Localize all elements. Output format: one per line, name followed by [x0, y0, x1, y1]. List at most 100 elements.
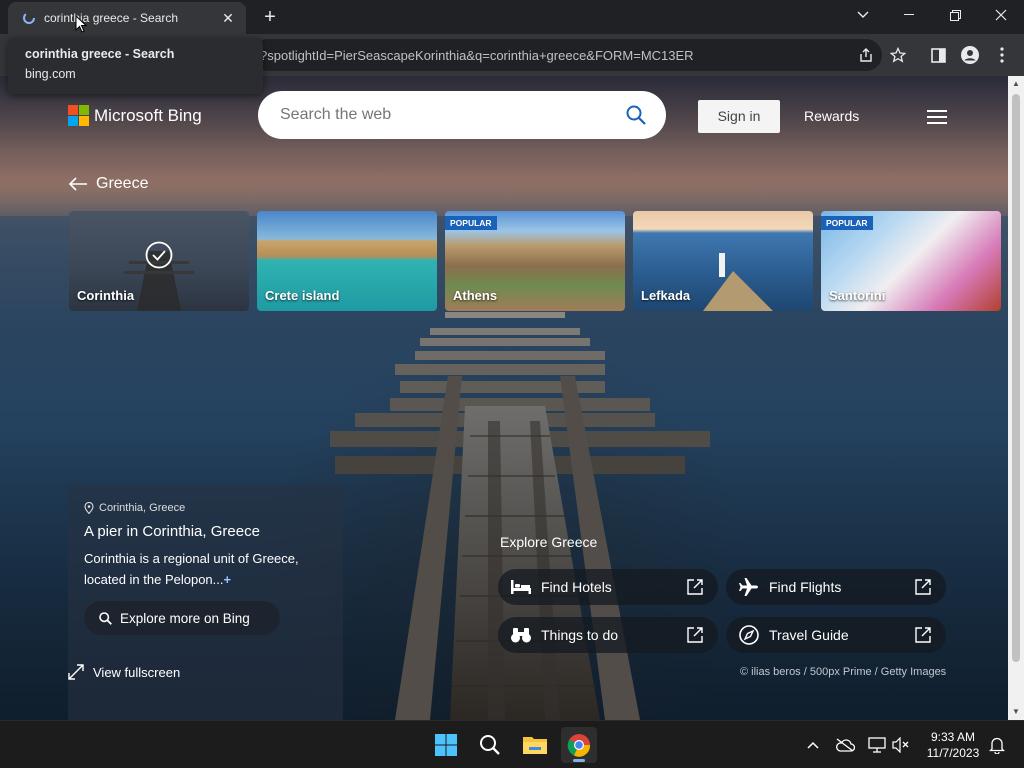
card-label: Athens: [453, 288, 498, 303]
close-window-button[interactable]: [978, 0, 1024, 30]
clock-date: 11/7/2023: [926, 746, 980, 760]
chrome-icon: [567, 734, 591, 757]
back-label: Greece: [96, 175, 149, 192]
browser-menu-button[interactable]: [990, 43, 1014, 67]
scroll-up-arrow-icon[interactable]: ▲: [1008, 76, 1024, 92]
address-bar[interactable]: ?spotlightId=PierSeascapeKorinthia&q=cor…: [252, 39, 882, 71]
url-text: ?spotlightId=PierSeascapeKorinthia&q=cor…: [260, 47, 694, 63]
image-description: Corinthia is a regional unit of Greece, …: [84, 548, 329, 590]
fullscreen-label: View fullscreen: [93, 664, 181, 680]
tab-close-icon[interactable]: ✕: [220, 10, 236, 27]
show-hidden-icons-button[interactable]: [802, 734, 824, 756]
tab-title: corinthia greece - Search: [44, 11, 179, 25]
expand-icon: [68, 664, 84, 680]
external-link-icon: [915, 579, 931, 595]
tab-search-button[interactable]: [840, 0, 886, 30]
sign-in-button[interactable]: Sign in: [698, 100, 780, 133]
search-icon: [480, 735, 500, 755]
mouse-cursor-icon: [75, 15, 87, 33]
rewards-link[interactable]: Rewards: [804, 108, 859, 124]
network-icon[interactable]: [866, 734, 888, 756]
popular-badge: POPULAR: [445, 216, 497, 230]
things-to-do-link[interactable]: Things to do: [498, 617, 718, 653]
title-bar: corinthia greece - Search ✕ +: [0, 0, 1024, 34]
image-info-panel: Corinthia, Greece A pier in Corinthia, G…: [68, 485, 343, 720]
clock-time: 9:33 AM: [930, 730, 976, 744]
windows-taskbar: 9:33 AM 11/7/2023: [0, 720, 1024, 768]
card-corinthia[interactable]: Corinthia: [69, 211, 249, 311]
card-santorini[interactable]: POPULAR Santorini: [821, 211, 1001, 311]
bing-logo[interactable]: Microsoft Bing: [68, 105, 202, 126]
location-row: Corinthia, Greece: [84, 502, 185, 514]
page-scrollbar[interactable]: ▲ ▼: [1008, 76, 1024, 720]
search-icon: [99, 611, 112, 625]
scroll-down-arrow-icon[interactable]: ▼: [1008, 704, 1024, 720]
popular-badge: POPULAR: [821, 216, 873, 230]
find-hotels-link[interactable]: Find Hotels: [498, 569, 718, 605]
taskbar-search-button[interactable]: [472, 727, 508, 763]
star-icon: [890, 47, 906, 63]
travel-guide-link[interactable]: Travel Guide: [726, 617, 946, 653]
chevron-down-icon: [857, 11, 869, 18]
minimize-icon: [904, 14, 914, 15]
binoculars-icon: [511, 628, 531, 643]
find-flights-link[interactable]: Find Flights: [726, 569, 946, 605]
external-link-icon: [687, 579, 703, 595]
location-pin-icon: [84, 502, 94, 514]
profile-button[interactable]: [958, 43, 982, 67]
quick-link-label: Find Flights: [769, 579, 842, 595]
view-fullscreen-link[interactable]: View fullscreen: [68, 664, 180, 680]
explore-more-button[interactable]: Explore more on Bing: [84, 601, 280, 635]
search-icon[interactable]: [626, 105, 646, 125]
explore-more-label: Explore more on Bing: [120, 610, 250, 626]
chrome-taskbar-button[interactable]: [561, 727, 597, 763]
compass-icon: [739, 625, 759, 645]
card-athens[interactable]: POPULAR Athens: [445, 211, 625, 311]
menu-icon[interactable]: [927, 110, 947, 124]
browser-tab[interactable]: corinthia greece - Search ✕: [8, 2, 246, 34]
expand-plus-icon[interactable]: +: [224, 572, 232, 587]
share-button[interactable]: [854, 43, 878, 67]
close-icon: [995, 9, 1007, 21]
windows-icon: [435, 734, 457, 756]
more-vertical-icon: [1000, 47, 1004, 63]
quick-link-label: Things to do: [541, 627, 619, 643]
onedrive-icon[interactable]: [834, 734, 856, 756]
description-text: Corinthia is a regional unit of Greece, …: [84, 551, 299, 587]
external-link-icon: [915, 627, 931, 643]
image-credit: © ilias beros / 500px Prime / Getty Imag…: [740, 666, 947, 678]
restore-button[interactable]: [932, 0, 978, 30]
search-box[interactable]: [258, 91, 666, 139]
file-explorer-button[interactable]: [517, 727, 553, 763]
back-link[interactable]: Greece: [68, 175, 148, 193]
chevron-up-icon: [807, 741, 819, 749]
share-icon: [860, 48, 872, 62]
card-lefkada[interactable]: Lefkada: [633, 211, 813, 311]
scrollbar-thumb[interactable]: [1012, 94, 1020, 662]
minimize-button[interactable]: [886, 0, 932, 30]
explore-title: Explore Greece: [500, 534, 598, 550]
tooltip-title: corinthia greece - Search: [25, 47, 175, 61]
side-panel-button[interactable]: [926, 43, 950, 67]
quick-link-label: Travel Guide: [769, 627, 849, 643]
tab-tooltip: corinthia greece - Search bing.com: [8, 38, 263, 94]
volume-muted-icon[interactable]: [890, 734, 912, 756]
new-tab-button[interactable]: +: [258, 5, 282, 29]
card-label: Santorini: [829, 288, 886, 303]
system-clock[interactable]: 9:33 AM 11/7/2023: [920, 729, 986, 761]
location-text: Corinthia, Greece: [99, 502, 186, 514]
card-crete-island[interactable]: Crete island: [257, 211, 437, 311]
start-button[interactable]: [428, 727, 464, 763]
notifications-bell-icon[interactable]: [986, 734, 1008, 756]
arrow-left-icon: [68, 177, 87, 191]
image-title: A pier in Corinthia, Greece: [84, 523, 260, 540]
card-label: Corinthia: [77, 288, 135, 303]
card-label: Crete island: [265, 288, 340, 303]
side-panel-icon: [930, 47, 946, 63]
bookmark-button[interactable]: [886, 43, 910, 67]
loading-icon: [23, 12, 35, 24]
bing-page: Microsoft Bing Sign in Rewards Greece Co…: [0, 76, 1008, 720]
tooltip-domain: bing.com: [25, 67, 76, 81]
search-input[interactable]: [278, 105, 626, 125]
quick-link-label: Find Hotels: [541, 579, 612, 595]
